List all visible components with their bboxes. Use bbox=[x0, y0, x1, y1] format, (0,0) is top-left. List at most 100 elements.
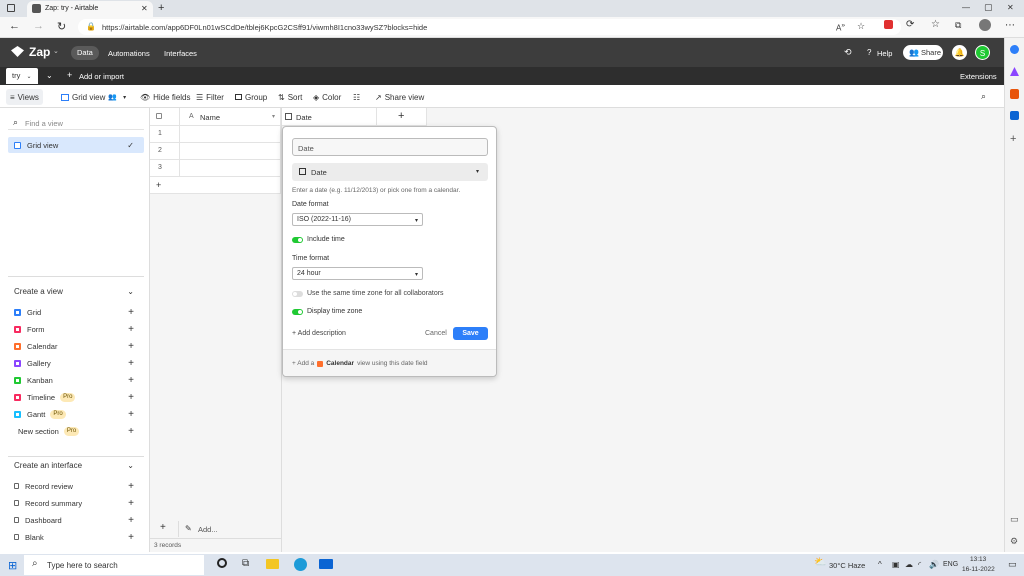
task-view-icon[interactable]: ⧉ bbox=[242, 558, 249, 569]
interface-dashboard[interactable]: Dashboard + bbox=[8, 512, 144, 528]
table-tab-try[interactable]: try ⌄ bbox=[6, 68, 38, 84]
maximize-button[interactable]: ▢ bbox=[984, 2, 993, 13]
add-interface-plus-icon[interactable]: + bbox=[128, 498, 134, 509]
taskbar-search-box[interactable]: ⌕ Type here to search bbox=[24, 555, 204, 575]
add-field-header[interactable]: + bbox=[377, 108, 427, 126]
search-icon[interactable]: ⌕ bbox=[981, 91, 986, 102]
notifications-bell-icon[interactable]: 🔔 bbox=[952, 45, 967, 60]
add-more-button[interactable]: Add... bbox=[198, 525, 218, 534]
minimize-button[interactable]: — bbox=[962, 3, 970, 12]
tab-actions-icon[interactable] bbox=[7, 4, 15, 12]
add-view-plus-icon[interactable]: + bbox=[128, 324, 134, 335]
tray-volume-icon[interactable]: 🔊 bbox=[929, 560, 939, 569]
window-close-button[interactable]: ✕ bbox=[1007, 3, 1014, 12]
column-name-caret-icon[interactable]: ▾ bbox=[272, 113, 275, 120]
filter-button[interactable]: ☰ Filter bbox=[192, 89, 228, 105]
history-icon[interactable]: ⟲ bbox=[844, 47, 852, 58]
favorites-icon[interactable]: ☆ bbox=[931, 19, 940, 30]
interface-record-summary[interactable]: Record summary + bbox=[8, 495, 144, 511]
create-view-heading[interactable]: Create a view ⌄ bbox=[8, 283, 144, 299]
field-name-input[interactable]: Date bbox=[292, 138, 488, 156]
create-view-grid[interactable]: Grid + bbox=[8, 304, 144, 320]
profile-avatar[interactable] bbox=[979, 19, 991, 31]
include-time-toggle[interactable] bbox=[292, 236, 303, 243]
edge-browser-icon[interactable] bbox=[294, 558, 307, 571]
add-plus-icon[interactable]: + bbox=[67, 70, 72, 80]
nav-automations[interactable]: Automations bbox=[108, 49, 150, 58]
add-calendar-view-link[interactable]: + Add a Calendar view using this date fi… bbox=[292, 360, 428, 367]
time-format-select[interactable]: 24 hour ▾ bbox=[292, 267, 423, 280]
tray-wifi-icon[interactable]: ◜ bbox=[918, 560, 921, 569]
select-all-cell[interactable] bbox=[150, 108, 180, 126]
cancel-button[interactable]: Cancel bbox=[425, 330, 447, 337]
add-field-plus-icon[interactable]: + bbox=[398, 110, 404, 122]
menu-ellipsis-icon[interactable]: ⋯ bbox=[1005, 20, 1015, 31]
help-label[interactable]: Help bbox=[877, 49, 892, 58]
sort-button[interactable]: ⇅ Sort bbox=[274, 89, 306, 105]
row-height-button[interactable]: ☷ bbox=[349, 89, 364, 105]
lock-icon[interactable]: 🔒 bbox=[86, 22, 96, 31]
add-record-row[interactable]: + bbox=[150, 177, 281, 194]
reload-icon[interactable]: ↻ bbox=[57, 20, 66, 33]
hide-fields-button[interactable]: 👁 Hide fields bbox=[136, 89, 195, 105]
sidebar-view-grid[interactable]: Grid view ✓ bbox=[8, 137, 144, 153]
collections-icon[interactable]: ⧉ bbox=[955, 20, 961, 31]
select-all-checkbox[interactable] bbox=[156, 113, 162, 119]
weather-text[interactable]: 30°C Haze bbox=[829, 561, 865, 570]
display-timezone-toggle[interactable] bbox=[292, 308, 303, 315]
help-icon[interactable]: ? bbox=[867, 48, 871, 57]
create-view-gantt[interactable]: Gantt Pro + bbox=[8, 407, 144, 423]
tab-close-icon[interactable]: ✕ bbox=[141, 4, 148, 13]
user-avatar[interactable]: S bbox=[975, 45, 990, 60]
add-record-plus-icon[interactable]: + bbox=[156, 180, 161, 190]
name-cell[interactable] bbox=[180, 143, 281, 160]
mail-icon[interactable] bbox=[319, 559, 333, 569]
name-cell[interactable] bbox=[180, 160, 281, 177]
share-button[interactable]: 👥 Share bbox=[903, 45, 943, 60]
add-view-plus-icon[interactable]: + bbox=[128, 392, 134, 403]
url-field[interactable]: 🔒 https://airtable.com/app6DF0Ln01wSCdDe… bbox=[78, 19, 901, 35]
create-view-calendar[interactable]: Calendar + bbox=[8, 338, 144, 354]
table-chevron-down-icon[interactable]: ⌄ bbox=[26, 74, 31, 80]
field-type-select[interactable]: Date ▾ bbox=[292, 163, 488, 181]
base-chevron-down-icon[interactable]: ⌄ bbox=[53, 47, 59, 55]
tables-chevron-icon[interactable]: ⌄ bbox=[46, 71, 53, 80]
group-button[interactable]: Group bbox=[231, 89, 271, 105]
refresh-extension-icon[interactable]: ⟳ bbox=[906, 19, 914, 30]
tray-network-icon[interactable]: ▣ bbox=[892, 560, 900, 569]
create-view-timeline[interactable]: Timeline Pro + bbox=[8, 390, 144, 406]
outlook-icon[interactable] bbox=[1010, 111, 1019, 120]
add-view-plus-icon[interactable]: + bbox=[128, 341, 134, 352]
create-interface-heading[interactable]: Create an interface ⌄ bbox=[8, 457, 144, 473]
nav-data[interactable]: Data bbox=[71, 46, 99, 60]
extensions-button[interactable]: Extensions bbox=[960, 72, 997, 81]
add-interface-plus-icon[interactable]: + bbox=[128, 481, 134, 492]
column-header-date[interactable]: Date bbox=[281, 108, 377, 126]
date-format-select[interactable]: ISO (2022-11-16) ▾ bbox=[292, 213, 423, 226]
base-name[interactable]: Zap bbox=[29, 45, 50, 59]
add-interface-plus-icon[interactable]: + bbox=[128, 532, 134, 543]
read-aloud-icon[interactable]: A» bbox=[836, 22, 845, 33]
add-or-import-button[interactable]: Add or import bbox=[79, 72, 124, 81]
table-row[interactable]: 1 bbox=[150, 126, 180, 143]
notification-center-icon[interactable]: ▭ bbox=[1008, 559, 1017, 570]
add-view-plus-icon[interactable]: + bbox=[128, 358, 134, 369]
name-cell[interactable] bbox=[180, 126, 281, 143]
file-explorer-icon[interactable] bbox=[266, 559, 279, 569]
sidebar-layout-icon[interactable]: ▭ bbox=[1010, 514, 1019, 525]
include-time-row[interactable]: Include time bbox=[292, 236, 345, 243]
table-row[interactable]: 3 bbox=[150, 160, 180, 177]
interface-record-review[interactable]: Record review + bbox=[8, 478, 144, 494]
find-view-input[interactable]: ⌕ Find a view bbox=[8, 116, 144, 130]
create-view-form[interactable]: Form + bbox=[8, 321, 144, 337]
office-icon[interactable] bbox=[1010, 89, 1019, 99]
add-interface-plus-icon[interactable]: + bbox=[128, 515, 134, 526]
same-timezone-row[interactable]: Use the same time zone for all collabora… bbox=[292, 290, 444, 297]
same-timezone-toggle[interactable] bbox=[292, 290, 303, 297]
table-row[interactable]: 2 bbox=[150, 143, 180, 160]
interface-blank[interactable]: Blank + bbox=[8, 529, 144, 545]
tray-date[interactable]: 16-11-2022 bbox=[962, 566, 995, 573]
add-view-plus-icon[interactable]: + bbox=[128, 375, 134, 386]
new-tab-button[interactable]: + bbox=[158, 2, 164, 14]
add-sidebar-app-icon[interactable]: + bbox=[1010, 133, 1016, 145]
